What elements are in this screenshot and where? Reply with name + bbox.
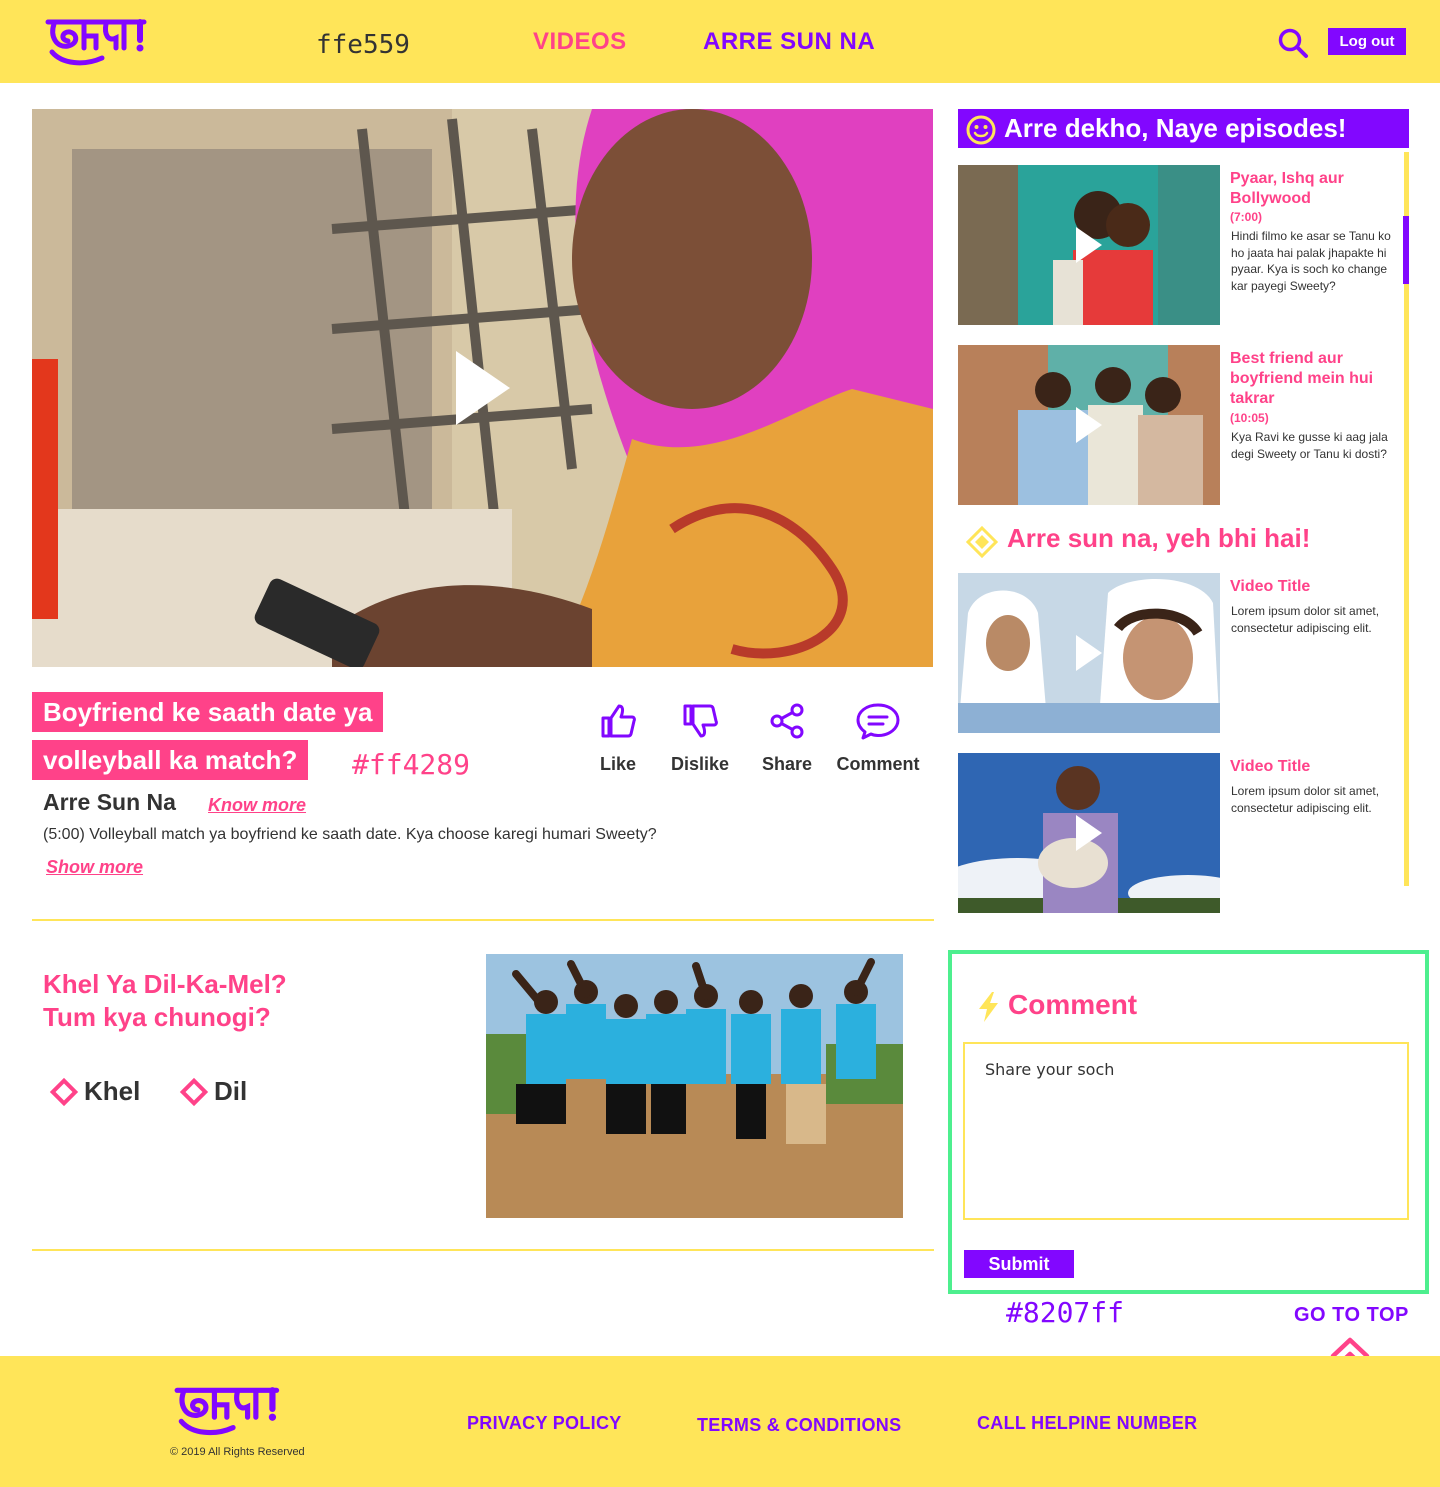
smiley-icon [966, 115, 996, 145]
episode-thumbnail[interactable] [958, 165, 1220, 325]
play-icon[interactable] [1076, 227, 1102, 263]
episode-duration: (7:00) [1230, 210, 1263, 224]
episode-duration: (10:05) [1230, 411, 1269, 425]
terms-conditions-link[interactable]: TERMS & CONDITIONS [697, 1415, 901, 1436]
poll-option-khel[interactable]: Khel [48, 1076, 140, 1107]
diamond-radio-icon [179, 1077, 209, 1106]
video-thumbnail[interactable] [958, 573, 1220, 733]
video-description: Lorem ipsum dolor sit amet, consectetur … [1231, 604, 1380, 635]
go-to-top-link[interactable]: GO TO TOP [1294, 1304, 1409, 1327]
color-annotation: #8207ff [1006, 1296, 1125, 1329]
thumbs-down-icon [683, 704, 718, 738]
poll-image [486, 954, 903, 1218]
search-icon[interactable] [1277, 27, 1309, 59]
poll-option-label: Dil [214, 1076, 248, 1106]
video-title-line-1: Boyfriend ke saath date ya [32, 692, 384, 732]
color-annotation: #ff4289 [352, 748, 471, 781]
video-thumbnail[interactable] [958, 753, 1220, 913]
video-description: (5:00) Volleyball match ya boyfriend ke … [43, 826, 657, 843]
play-icon[interactable] [1076, 635, 1102, 671]
episode-title[interactable]: Best friend aur boyfriend mein hui takra… [1230, 349, 1390, 409]
know-more-link[interactable]: Know more [208, 795, 306, 816]
play-icon[interactable] [1076, 407, 1102, 443]
divider [32, 1249, 934, 1251]
site-header: ffe559 VIDEOS ARRE SUN NA Log out [0, 0, 1440, 83]
comment-icon [856, 703, 900, 740]
color-annotation: ffe559 [316, 30, 410, 60]
video-title[interactable]: Video Title [1230, 577, 1390, 597]
like-label: Like [599, 754, 637, 774]
main-video-player[interactable] [32, 109, 933, 667]
like-button[interactable]: Like [573, 702, 663, 775]
privacy-policy-link[interactable]: PRIVACY POLICY [467, 1413, 622, 1434]
poll-option-dil[interactable]: Dil [178, 1076, 247, 1107]
play-icon[interactable] [1076, 815, 1102, 851]
share-icon [770, 703, 804, 739]
helpline-link[interactable]: CALL HELPINE NUMBER [977, 1413, 1197, 1434]
comment-button[interactable]: Comment [833, 702, 923, 775]
chhaja-logo[interactable] [44, 14, 156, 70]
diamond-icon [966, 526, 998, 558]
share-button[interactable]: Share [742, 702, 832, 775]
episode-description: Kya Ravi ke gusse ki aag jala degi Sweet… [1231, 430, 1388, 461]
show-name: Arre Sun Na [43, 789, 176, 815]
episode-description: Hindi filmo ke asar se Tanu ko ho jaata … [1231, 229, 1391, 293]
copyright: © 2019 All Rights Reserved [170, 1446, 305, 1458]
comment-title: Comment [1008, 989, 1138, 1020]
divider [32, 919, 934, 921]
site-footer: © 2019 All Rights Reserved PRIVACY POLIC… [0, 1356, 1440, 1487]
poll-question-line-1: Khel Ya Dil-Ka-Mel? [43, 969, 287, 999]
chhaja-logo[interactable] [170, 1382, 292, 1440]
diamond-radio-icon [49, 1077, 79, 1106]
logout-button[interactable]: Log out [1328, 28, 1406, 55]
comment-textarea[interactable] [963, 1042, 1409, 1220]
episode-thumbnail[interactable] [958, 345, 1220, 505]
more-videos-heading: Arre sun na, yeh bhi hai! [1007, 523, 1311, 553]
show-more-link[interactable]: Show more [46, 857, 143, 878]
sidebar-scrollbar-thumb[interactable] [1403, 216, 1409, 284]
episode-title[interactable]: Pyaar, Ishq aur Bollywood [1230, 169, 1390, 209]
video-title[interactable]: Video Title [1230, 757, 1390, 777]
poll-option-label: Khel [84, 1076, 141, 1106]
share-label: Share [761, 754, 813, 774]
comment-label: Comment [836, 754, 920, 774]
video-description: Lorem ipsum dolor sit amet, consectetur … [1231, 784, 1380, 815]
poll-question-line-2: Tum kya chunogi? [43, 1002, 271, 1032]
video-title-line-2: volleyball ka match? [32, 740, 309, 780]
nav-videos[interactable]: VIDEOS [533, 28, 627, 56]
submit-button[interactable]: Submit [964, 1250, 1074, 1278]
thumbs-up-icon [601, 704, 636, 738]
dislike-label: Dislike [670, 754, 730, 774]
nav-arre-sun-na[interactable]: ARRE SUN NA [703, 28, 875, 56]
play-icon[interactable] [456, 351, 510, 425]
poll-question: Khel Ya Dil-Ka-Mel? Tum kya chunogi? [43, 968, 287, 1034]
dislike-button[interactable]: Dislike [655, 702, 745, 775]
lightning-icon [979, 992, 998, 1022]
new-episodes-heading: Arre dekho, Naye episodes! [958, 109, 1409, 148]
